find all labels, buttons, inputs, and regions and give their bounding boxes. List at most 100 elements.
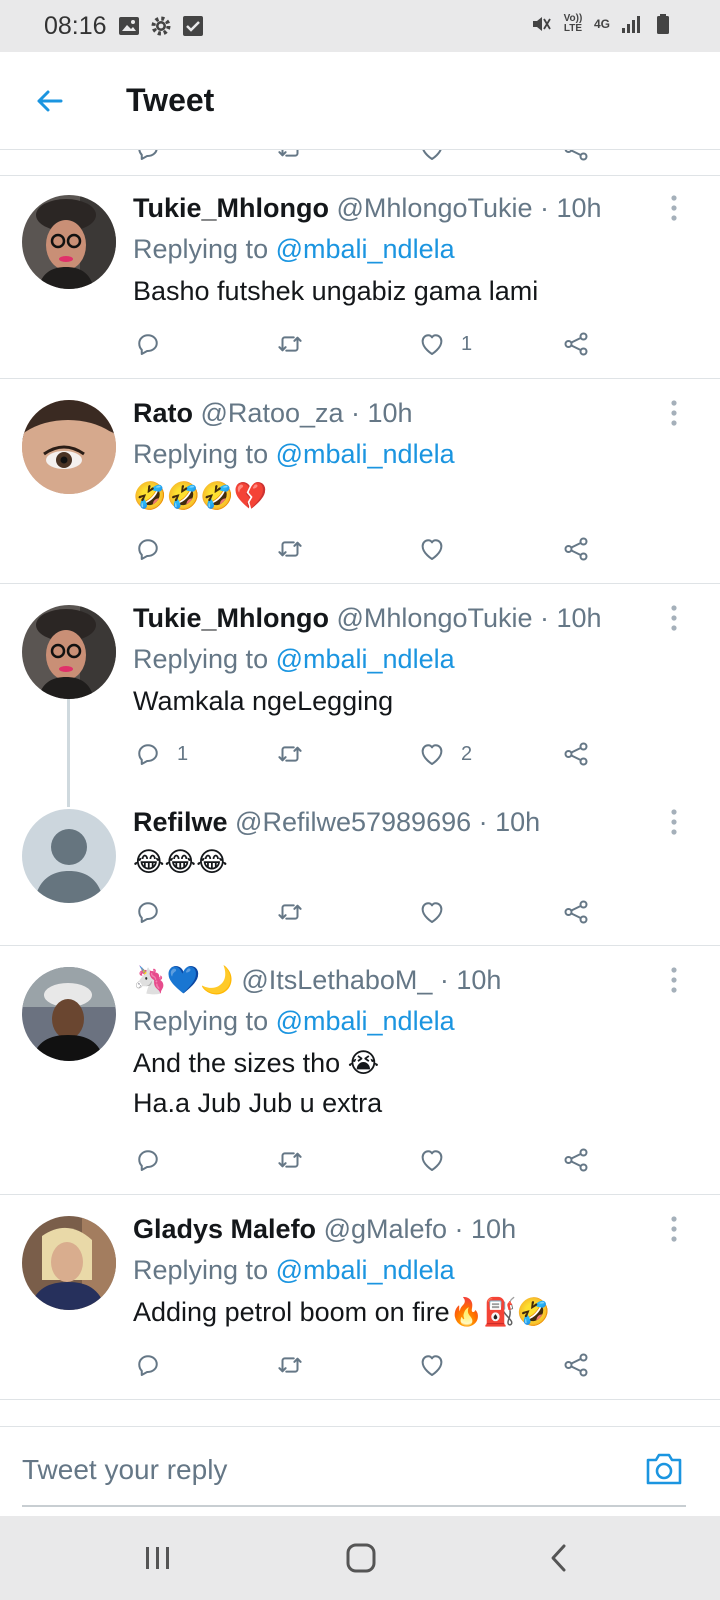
status-bar: 08:16 Vo)) LTE 4G <box>0 0 720 52</box>
like-button[interactable] <box>417 529 461 569</box>
avatar[interactable] <box>22 967 116 1061</box>
more-options-icon[interactable] <box>664 191 684 225</box>
tweet[interactable]: Gladys Malefo @gMalefo · 10h Replying to… <box>0 1196 720 1400</box>
replying-to-prefix: Replying to <box>133 1255 276 1285</box>
author-name[interactable]: 🦄💙🌙 <box>133 965 234 995</box>
replying-to-prefix: Replying to <box>133 439 276 469</box>
share-button[interactable] <box>561 1140 591 1180</box>
avatar[interactable] <box>22 400 116 494</box>
camera-icon[interactable] <box>642 1447 686 1491</box>
avatar[interactable] <box>22 809 116 903</box>
volte-icon: Vo)) LTE <box>563 13 583 34</box>
mention-link[interactable]: @mbali_ndlela <box>276 1255 455 1285</box>
tweet-header: Refilwe @Refilwe57989696 · 10h <box>133 805 648 839</box>
status-icons-right: Vo)) LTE 4G <box>530 13 674 35</box>
back-button[interactable] <box>28 80 70 122</box>
reply-button[interactable] <box>133 1140 177 1180</box>
tweet-feed[interactable]: Tukie_Mhlongo @MhlongoTukie · 10h Replyi… <box>0 150 720 1426</box>
recent-apps-icon[interactable] <box>138 1538 178 1578</box>
reply-button[interactable] <box>133 1345 177 1385</box>
compose-bar <box>0 1426 720 1516</box>
share-button[interactable] <box>561 529 591 569</box>
reply-button[interactable] <box>133 892 177 932</box>
signal-icon <box>622 16 640 33</box>
tweet[interactable]: Tukie_Mhlongo @MhlongoTukie · 10h Replyi… <box>0 175 720 379</box>
like-button[interactable] <box>417 1140 461 1180</box>
battery-icon <box>657 14 669 34</box>
share-icon <box>561 1145 591 1175</box>
more-options-icon[interactable] <box>664 396 684 430</box>
input-underline <box>22 1505 686 1507</box>
retweet-icon <box>275 1350 305 1380</box>
more-options-icon[interactable] <box>664 963 684 997</box>
author-meta: @Ratoo_za · 10h <box>200 398 413 428</box>
reply-icon <box>133 534 163 564</box>
avatar[interactable] <box>22 605 116 699</box>
more-options-icon[interactable] <box>664 805 684 839</box>
like-button[interactable] <box>417 892 461 932</box>
replying-to: Replying to @mbali_ndlela <box>133 1253 455 1287</box>
retweet-icon <box>275 329 305 359</box>
retweet-icon <box>275 897 305 927</box>
image-icon <box>119 17 139 35</box>
tweet-header: Tukie_Mhlongo @MhlongoTukie · 10h <box>133 191 648 225</box>
tweet-actions <box>133 1345 613 1385</box>
like-icon <box>417 897 447 927</box>
share-button[interactable] <box>561 734 591 774</box>
reply-button[interactable] <box>133 529 177 569</box>
like-button[interactable]: 1 <box>417 324 472 364</box>
mention-link[interactable]: @mbali_ndlela <box>276 234 455 264</box>
like-icon <box>417 1145 447 1175</box>
more-options-icon[interactable] <box>664 601 684 635</box>
tweet-actions <box>133 529 613 569</box>
replying-to-prefix: Replying to <box>133 234 276 264</box>
like-button[interactable] <box>417 1345 461 1385</box>
mention-link[interactable]: @mbali_ndlela <box>276 439 455 469</box>
share-button[interactable] <box>561 324 591 364</box>
share-button[interactable] <box>561 1345 591 1385</box>
retweet-button[interactable] <box>275 1140 319 1180</box>
tweet-actions <box>133 1140 613 1180</box>
more-options-icon[interactable] <box>664 1212 684 1246</box>
retweet-button[interactable] <box>275 324 319 364</box>
tweet-text: And the sizes tho 😭 Ha.a Jub Jub u extra <box>133 1048 383 1118</box>
avatar[interactable] <box>22 195 116 289</box>
author-meta: @ItsLethaboM_ · 10h <box>241 965 502 995</box>
avatar[interactable] <box>22 1216 116 1310</box>
tweet[interactable]: 🦄💙🌙 @ItsLethaboM_ · 10h Replying to @mba… <box>0 947 720 1195</box>
retweet-button[interactable] <box>275 529 319 569</box>
retweet-button[interactable] <box>275 1345 319 1385</box>
mention-link[interactable]: @mbali_ndlela <box>276 1006 455 1036</box>
tweet-actions: 1 2 <box>133 734 613 774</box>
reply-button[interactable]: 1 <box>133 734 188 774</box>
tweet-header: Tukie_Mhlongo @MhlongoTukie · 10h <box>133 601 648 635</box>
reply-icon <box>133 329 163 359</box>
author-name[interactable]: Tukie_Mhlongo <box>133 193 329 223</box>
retweet-icon <box>275 534 305 564</box>
reply-input[interactable] <box>22 1449 642 1491</box>
status-icons-left <box>118 15 204 37</box>
author-name[interactable]: Refilwe <box>133 807 228 837</box>
tweet-header: Rato @Ratoo_za · 10h <box>133 396 648 430</box>
reply-button[interactable] <box>133 324 177 364</box>
retweet-icon <box>275 150 305 164</box>
author-name[interactable]: Gladys Malefo <box>133 1214 316 1244</box>
retweet-button[interactable] <box>275 892 319 932</box>
author-name[interactable]: Rato <box>133 398 193 428</box>
home-icon[interactable] <box>341 1538 381 1578</box>
like-icon <box>417 1350 447 1380</box>
back-icon[interactable] <box>540 1538 580 1578</box>
retweet-button[interactable] <box>275 734 319 774</box>
replying-to: Replying to @mbali_ndlela <box>133 232 455 266</box>
mention-link[interactable]: @mbali_ndlela <box>276 644 455 674</box>
author-name[interactable]: Tukie_Mhlongo <box>133 603 329 633</box>
tweet-text: Wamkala ngeLegging <box>133 686 394 716</box>
like-button[interactable]: 2 <box>417 734 472 774</box>
arrow-left-icon <box>37 90 63 112</box>
tweet[interactable]: Tukie_Mhlongo @MhlongoTukie · 10h Replyi… <box>0 585 720 807</box>
tweet-header: 🦄💙🌙 @ItsLethaboM_ · 10h <box>133 963 648 997</box>
tweet[interactable]: Rato @Ratoo_za · 10h Replying to @mbali_… <box>0 380 720 584</box>
share-button[interactable] <box>561 892 591 932</box>
reply-icon <box>133 150 163 164</box>
tweet[interactable]: Refilwe @Refilwe57989696 · 10h 😂😂😂 <box>0 789 720 946</box>
